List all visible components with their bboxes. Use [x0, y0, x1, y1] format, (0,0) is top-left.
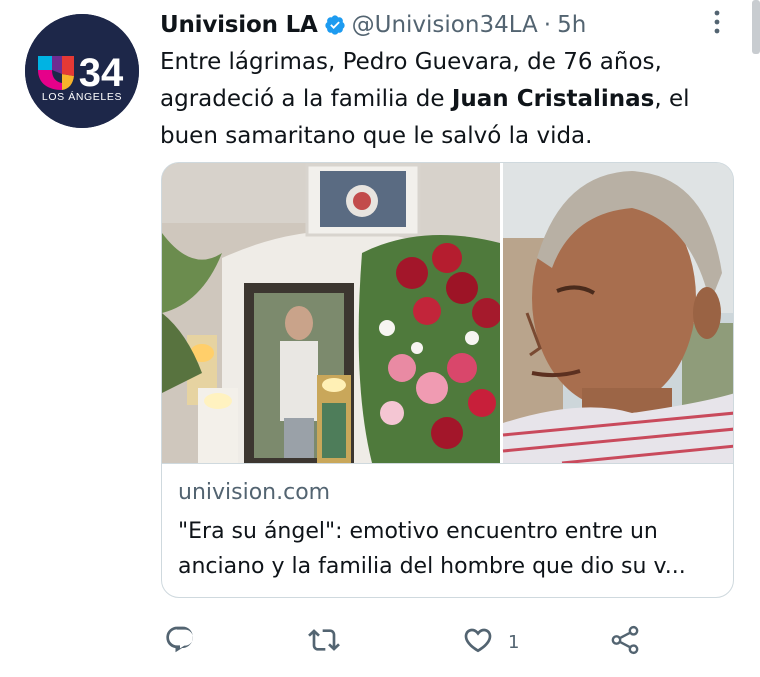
retweet-icon: [308, 624, 340, 660]
share-button[interactable]: [608, 620, 642, 664]
card-title: "Era su ángel": emotivo encuentro entre …: [178, 519, 686, 579]
avatar[interactable]: 34 LOS ÁNGELES: [25, 14, 139, 128]
heart-icon: [462, 624, 494, 660]
tweet-time[interactable]: 5h: [557, 12, 586, 38]
link-card[interactable]: univision.com "Era su ángel": emotivo en…: [161, 162, 734, 598]
display-name[interactable]: Univision LA: [160, 12, 318, 38]
tweet-text-bold: Juan Cristalinas: [451, 86, 655, 112]
avatar-number: 34: [79, 51, 124, 95]
card-domain: univision.com: [178, 480, 331, 505]
card-footer[interactable]: univision.com "Era su ángel": emotivo en…: [162, 463, 733, 597]
tweet-text: Entre lágrimas, Pedro Guevara, de 76 año…: [160, 44, 730, 155]
reply-button[interactable]: [164, 620, 210, 664]
like-count: 1: [508, 631, 520, 653]
tweet-header: Univision LA @Univision34LA · 5h: [160, 8, 586, 42]
reply-icon: [164, 624, 196, 660]
separator-dot: ·: [543, 12, 552, 38]
avatar-city: LOS ÁNGELES: [42, 90, 122, 103]
retweet-button[interactable]: [308, 620, 354, 664]
scrollbar[interactable]: [752, 0, 760, 54]
card-image[interactable]: [162, 163, 733, 465]
like-button[interactable]: 1: [462, 620, 519, 664]
share-icon: [608, 623, 642, 661]
user-handle[interactable]: @Univision34LA: [352, 12, 538, 38]
verified-badge-icon: [324, 14, 346, 36]
tweet-actions: 1: [160, 620, 740, 664]
more-options-icon[interactable]: [705, 8, 729, 38]
